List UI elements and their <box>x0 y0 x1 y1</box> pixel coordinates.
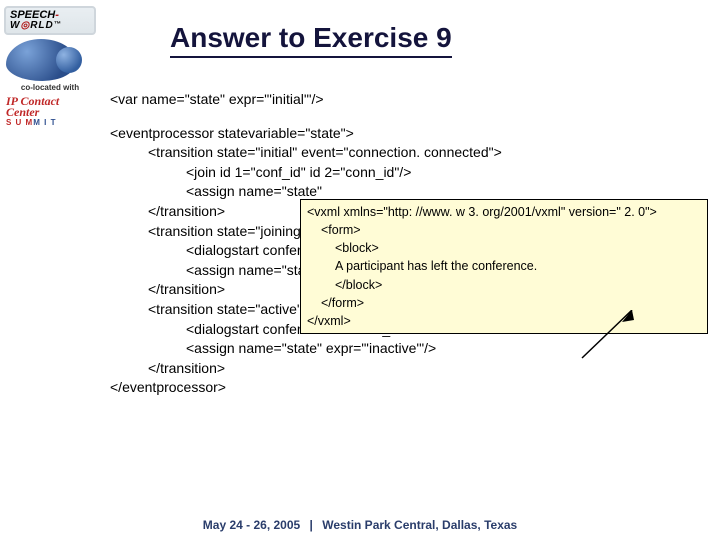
footer-date: May 24 - 26, 2005 <box>203 518 300 532</box>
code-line: <eventprocessor statevariable="state"> <box>110 124 700 144</box>
ipcc-mit: M I T <box>33 118 56 127</box>
code-line: <assign name="state" expr="'inactive'"/> <box>110 339 700 359</box>
code-line: <transition state="initial" event="conne… <box>110 143 700 163</box>
popup-line: </vxml> <box>307 312 701 330</box>
colocated-label: co-located with <box>0 83 100 92</box>
logo-tm: ™ <box>54 21 62 28</box>
code-line: </transition> <box>110 359 700 379</box>
code-line: <join id 1="conf_id" id 2="conn_id"/> <box>110 163 700 183</box>
logo-rld: RLD <box>30 20 54 31</box>
footer-separator: | <box>310 518 313 532</box>
popup-line: A participant has left the conference. <box>307 257 701 275</box>
logo-w: W <box>10 20 20 31</box>
popup-line: <form> <box>307 221 701 239</box>
globe-graphic <box>6 39 76 81</box>
logo-dash: - <box>55 9 59 21</box>
ipcc-line1: IP Contact Center <box>6 96 94 118</box>
speech-world-logo: SPEECH- W◎RLD™ <box>4 6 96 35</box>
code-line: <var name="state" expr="'initial'"/> <box>110 90 700 110</box>
popup-line: <block> <box>307 239 701 257</box>
footer-location: Westin Park Central, Dallas, Texas <box>322 518 517 532</box>
footer: May 24 - 26, 2005 | Westin Park Central,… <box>0 518 720 532</box>
ipcc-sum: S U M <box>6 118 33 127</box>
left-rail: SPEECH- W◎RLD™ co-located with IP Contac… <box>0 0 100 540</box>
vxml-popup: <vxml xmlns="http: //www. w 3. org/2001/… <box>300 199 708 334</box>
slide-title: Answer to Exercise 9 <box>170 22 452 58</box>
popup-line: </block> <box>307 276 701 294</box>
ipcc-logo: IP Contact Center S U MM I T <box>6 96 94 127</box>
popup-line: </form> <box>307 294 701 312</box>
code-line: </eventprocessor> <box>110 378 700 398</box>
popup-line: <vxml xmlns="http: //www. w 3. org/2001/… <box>307 203 701 221</box>
